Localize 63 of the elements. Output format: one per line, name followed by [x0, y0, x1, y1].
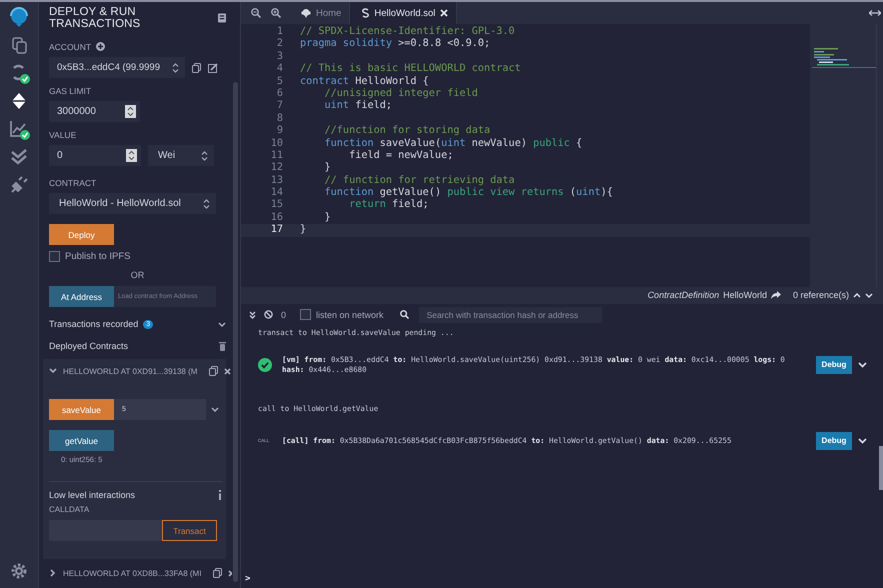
definition-name: HelloWorld	[723, 290, 767, 300]
section-title: Deployed Contracts	[49, 341, 128, 351]
checkbox-label: listen on network	[316, 310, 384, 320]
line-number: 2	[276, 38, 283, 51]
panel-title: DEPLOY & RUN TRANSACTIONS	[49, 6, 142, 30]
line-number: 13	[270, 174, 283, 188]
code-line: }	[324, 162, 331, 175]
field-label: CALLDATA	[49, 505, 90, 514]
definition-kind: ContractDefinition	[648, 290, 720, 300]
editor-tab[interactable]: HelloWorld.sol	[350, 2, 458, 24]
line-number: 15	[270, 199, 283, 212]
account-select[interactable]: 0x5B3...eddC4 (99.9999	[49, 57, 185, 78]
checkbox-label: Publish to IPFS	[65, 251, 130, 262]
section-title: Low level interactions	[49, 490, 136, 500]
line-number: 1	[276, 26, 283, 38]
code-line: // This is basic HELLOWORLD contract	[300, 63, 521, 76]
value-field[interactable]: 0	[49, 145, 141, 166]
line-number: 4	[276, 63, 283, 76]
debug-button[interactable]: Debug	[816, 356, 852, 374]
instance-title[interactable]: HELLOWORLD AT 0XD8B...33FA8 (MI	[63, 568, 202, 578]
code-line: uint field;	[324, 100, 392, 113]
code-line: function saveValue(uint newValue) public {	[324, 138, 582, 150]
code-line: }	[300, 224, 306, 237]
instance-title[interactable]: HELLOWORLD AT 0XD91...39138 (M	[63, 366, 198, 376]
line-number: 7	[276, 100, 283, 113]
line-number: 9	[276, 125, 283, 138]
unit-select[interactable]: Wei	[148, 145, 214, 166]
line-number: 16	[270, 212, 283, 224]
function-button[interactable]: getValue	[49, 430, 114, 451]
line-number: 3	[276, 50, 283, 64]
field-label: CONTRACT	[49, 178, 96, 188]
code-line: // SPDX-License-Identifier: GPL-3.0	[300, 26, 515, 38]
gas-limit-field[interactable]: 3000000	[49, 101, 140, 122]
section-title: Transactions recorded	[49, 319, 138, 329]
reference-count: 0 reference(s)	[792, 290, 849, 300]
code-line: function getValue() public view returns (uint){	[324, 187, 613, 199]
code-line: //unisigned integer field	[324, 88, 478, 100]
code-line: return field;	[348, 199, 429, 212]
code-line: }	[324, 212, 331, 224]
line-number: 12	[270, 162, 283, 175]
line-number: 11	[270, 150, 283, 162]
pending-count: 0	[281, 310, 286, 320]
line-number: 8	[276, 112, 283, 125]
code-line: field = newValue;	[348, 150, 454, 162]
search-field[interactable]: Search with transaction hash or address	[418, 306, 602, 322]
or-label: OR	[130, 270, 144, 280]
line-number: 6	[276, 88, 283, 100]
transact-button[interactable]: Transact	[162, 520, 217, 541]
terminal-prompt: >	[245, 574, 250, 584]
debug-button[interactable]: Debug	[816, 432, 852, 450]
code-line: pragma solidity >=0.8.8 <0.9.0;	[300, 38, 490, 51]
contract-select[interactable]: HelloWorld - HelloWorld.sol	[49, 193, 216, 214]
field-label: VALUE	[49, 130, 76, 140]
code-line: contract HelloWorld {	[300, 76, 429, 88]
line-number: 14	[270, 187, 283, 200]
field-label: GAS LIMIT	[49, 86, 92, 96]
line-number: 5	[276, 76, 283, 88]
field-label: ACCOUNT	[49, 42, 92, 52]
code-line: // function for retrieving data	[324, 174, 515, 187]
line-number: 10	[270, 138, 283, 150]
code-line: //function for storing data	[324, 125, 490, 138]
line-number: 17	[270, 224, 283, 237]
at-address-button[interactable]: At Address	[49, 286, 114, 307]
